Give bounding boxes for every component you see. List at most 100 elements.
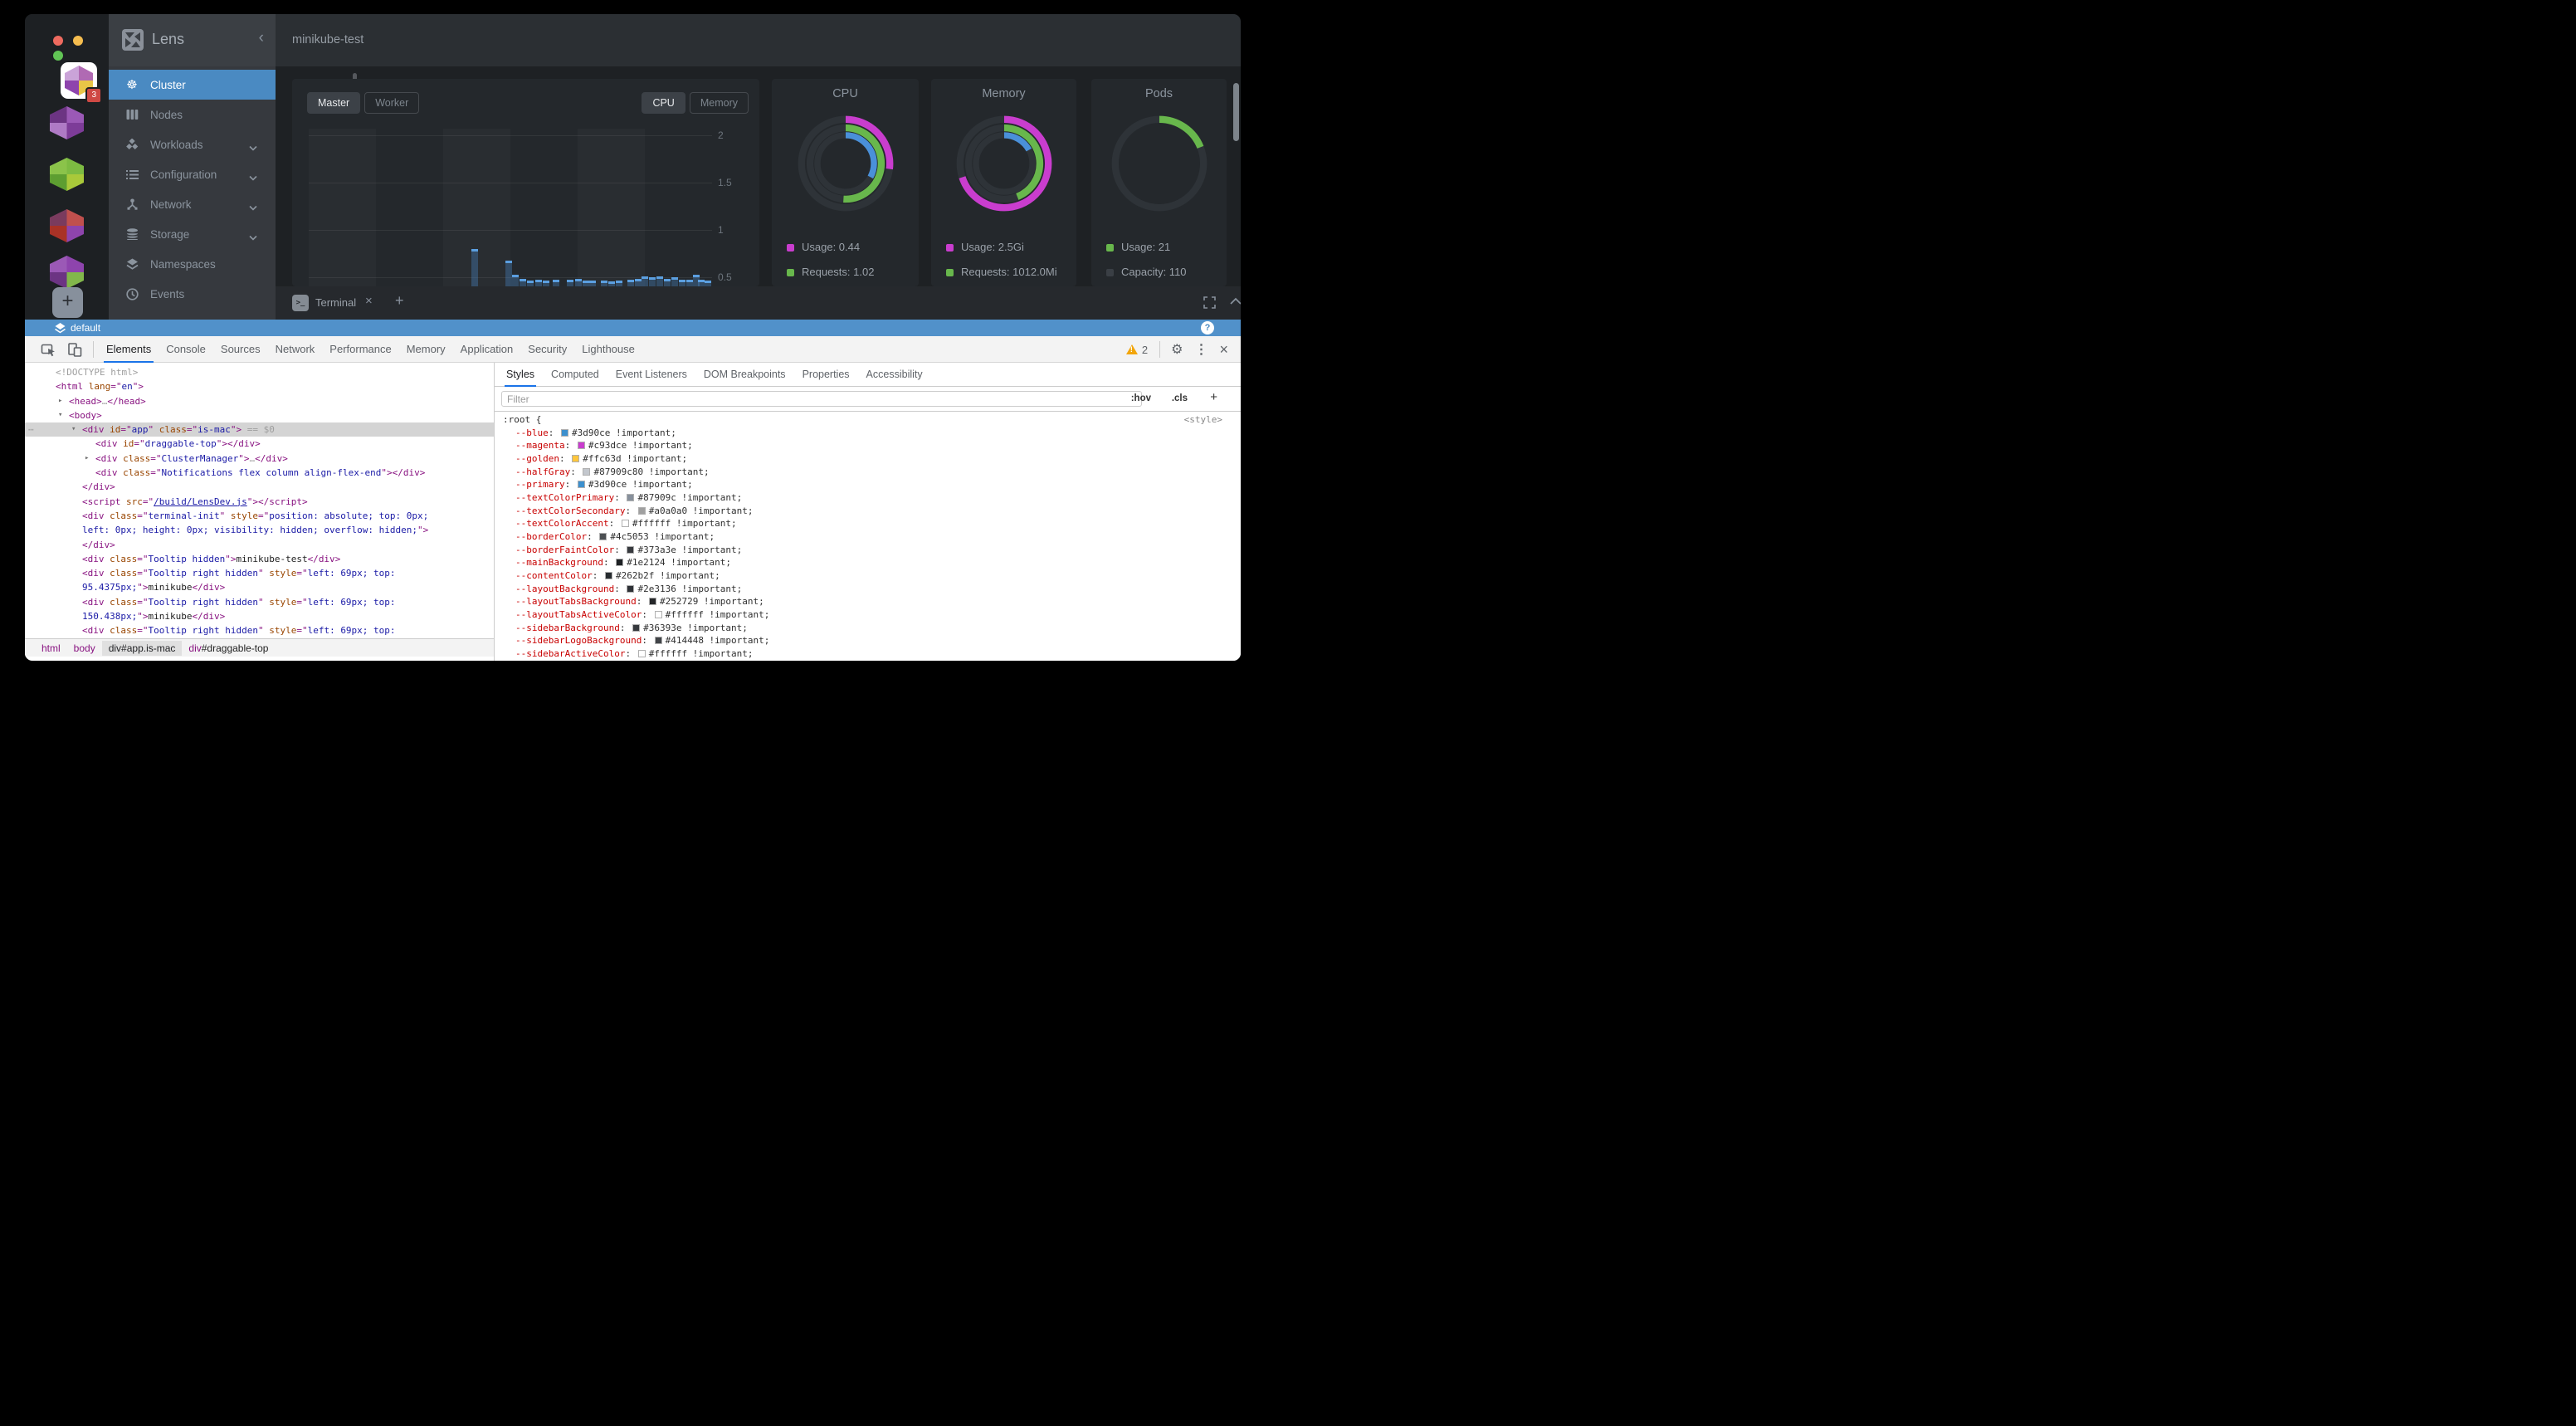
color-swatch[interactable] <box>655 611 662 618</box>
active-cluster-button[interactable]: 3 <box>61 62 97 99</box>
sidebar-item-workloads[interactable]: Workloads <box>109 129 276 159</box>
color-swatch[interactable] <box>616 559 623 566</box>
sidebar-item-namespaces[interactable]: Namespaces <box>109 249 276 279</box>
css-variable-row[interactable]: --golden: #ffc63d !important; <box>503 452 1241 466</box>
breadcrumb-item[interactable]: html <box>35 641 67 656</box>
terminal-add-icon[interactable]: + <box>395 292 404 310</box>
tree-line[interactable]: <div class="Notifications flex column al… <box>25 466 494 480</box>
kebab-menu-icon[interactable]: ⋮ <box>1194 341 1208 358</box>
color-swatch[interactable] <box>578 442 585 449</box>
metric-tab-cpu[interactable]: CPU <box>642 92 685 114</box>
sidebar-item-storage[interactable]: Storage <box>109 219 276 249</box>
color-swatch[interactable] <box>599 533 607 540</box>
zoom-window-button[interactable] <box>53 51 63 61</box>
styles-tab-event-listeners[interactable]: Event Listeners <box>607 363 695 387</box>
css-variable-row[interactable]: --blue: #3d90ce !important; <box>503 427 1241 440</box>
breadcrumb-item[interactable]: div#app.is-mac <box>102 641 183 656</box>
devtools-tab-performance[interactable]: Performance <box>322 336 398 363</box>
sidebar-item-configuration[interactable]: Configuration <box>109 159 276 189</box>
tree-line[interactable]: ▸<div class="ClusterManager">…</div> <box>25 452 494 466</box>
metric-tab-memory[interactable]: Memory <box>690 92 749 114</box>
close-window-button[interactable] <box>53 36 63 46</box>
css-variable-row[interactable]: --textColorAccent: #ffffff !important; <box>503 517 1241 530</box>
breadcrumb-item[interactable]: div#draggable-top <box>182 641 275 656</box>
css-variable-row[interactable]: --textColorSecondary: #a0a0a0 !important… <box>503 505 1241 518</box>
styles-filter-input[interactable] <box>501 391 1142 407</box>
sidebar-item-network[interactable]: Network <box>109 189 276 219</box>
devtools-tab-sources[interactable]: Sources <box>213 336 268 363</box>
tree-line[interactable]: ⋯▾<div id="app" class="is-mac"> == $0 <box>25 422 494 437</box>
minimize-window-button[interactable] <box>73 36 83 46</box>
css-variable-row[interactable]: --sidebarBackground: #36393e !important; <box>503 622 1241 635</box>
color-swatch[interactable] <box>627 494 634 501</box>
tree-line[interactable]: <div class="Tooltip right hidden" style=… <box>25 566 494 580</box>
tree-line[interactable]: <html lang="en"> <box>25 379 494 393</box>
close-devtools-icon[interactable]: × <box>1219 341 1228 359</box>
terminal-close-icon[interactable]: × <box>365 294 373 308</box>
devtools-tab-application[interactable]: Application <box>453 336 521 363</box>
sidebar-item-cluster[interactable]: ☸Cluster <box>109 70 276 100</box>
color-swatch[interactable] <box>649 598 656 605</box>
css-variable-row[interactable]: --layoutTabsBackground: #252729 !importa… <box>503 595 1241 608</box>
devtools-tab-network[interactable]: Network <box>268 336 323 363</box>
rule-source-link[interactable]: <style> <box>1184 413 1222 427</box>
sidebar-cluster-cluster-2[interactable] <box>50 106 84 139</box>
tree-line[interactable]: <div class="terminal-init" style="positi… <box>25 509 494 523</box>
node-tab-master[interactable]: Master <box>307 92 360 114</box>
tree-line[interactable]: <div class="Tooltip right hidden" style=… <box>25 595 494 609</box>
sidebar-cluster-cluster-3[interactable] <box>50 158 84 191</box>
expand-arrow-open-icon[interactable]: ▾ <box>71 422 76 437</box>
rule-selector[interactable]: :root { <box>503 414 541 425</box>
chevron-down-icon[interactable] <box>249 201 257 213</box>
tree-line[interactable]: <div id="draggable-top"></div> <box>25 437 494 451</box>
css-variable-row[interactable]: --borderFaintColor: #373a3e !important; <box>503 544 1241 557</box>
warnings-badge[interactable]: 2 <box>1126 344 1148 356</box>
color-swatch[interactable] <box>627 546 634 554</box>
css-variable-row[interactable]: --borderColor: #4c5053 !important; <box>503 530 1241 544</box>
css-variable-row[interactable]: --textColorPrimary: #87909c !important; <box>503 491 1241 505</box>
tree-line[interactable]: <script src="/build/LensDev.js"></script… <box>25 495 494 509</box>
breadcrumb-item[interactable]: body <box>67 641 102 656</box>
inspect-element-icon[interactable] <box>40 341 56 358</box>
styles-tab-accessibility[interactable]: Accessibility <box>858 363 931 387</box>
css-variable-row[interactable]: --layoutBackground: #2e3136 !important; <box>503 583 1241 596</box>
expand-arrow-closed-icon[interactable]: ▸ <box>85 452 89 466</box>
help-button[interactable]: ? <box>1201 321 1214 335</box>
fullscreen-icon[interactable] <box>1203 296 1216 309</box>
node-tab-worker[interactable]: Worker <box>364 92 419 114</box>
css-variable-row[interactable]: --mainBackground: #1e2124 !important; <box>503 556 1241 569</box>
tree-line[interactable]: 150.438px;">minikube</div> <box>25 609 494 623</box>
devtools-tab-security[interactable]: Security <box>520 336 574 363</box>
tree-line[interactable]: ▸<head>…</head> <box>25 394 494 408</box>
sidebar-collapse-button[interactable]: ‹ <box>259 29 264 47</box>
color-swatch[interactable] <box>638 507 646 515</box>
tree-line[interactable]: ▾<body> <box>25 408 494 422</box>
color-swatch[interactable] <box>655 637 662 644</box>
color-swatch[interactable] <box>627 585 634 593</box>
color-swatch[interactable] <box>572 455 579 462</box>
devtools-tab-console[interactable]: Console <box>159 336 213 363</box>
classes-toggle[interactable]: .cls <box>1172 393 1188 403</box>
css-variable-row[interactable]: --primary: #3d90ce !important; <box>503 478 1241 491</box>
color-swatch[interactable] <box>622 520 629 527</box>
tree-line[interactable]: <div class="Tooltip right hidden" style=… <box>25 623 494 637</box>
devtools-tab-elements[interactable]: Elements <box>99 336 159 363</box>
tree-line[interactable]: <div class="Tooltip hidden">minikube-tes… <box>25 552 494 566</box>
namespace-label[interactable]: default <box>71 322 100 334</box>
sidebar-cluster-cluster-4[interactable] <box>50 209 84 242</box>
color-swatch[interactable] <box>583 468 590 476</box>
styles-tab-dom-breakpoints[interactable]: DOM Breakpoints <box>695 363 794 387</box>
color-swatch[interactable] <box>632 624 640 632</box>
chevron-down-icon[interactable] <box>249 231 257 243</box>
tree-line[interactable]: </div> <box>25 538 494 552</box>
sidebar-item-events[interactable]: Events <box>109 279 276 309</box>
overflow-ellipsis-icon[interactable]: ⋯ <box>28 422 34 437</box>
terminal-tab[interactable]: Terminal <box>315 296 356 309</box>
color-swatch[interactable] <box>578 481 585 488</box>
settings-gear-icon[interactable]: ⚙ <box>1171 341 1183 358</box>
color-swatch[interactable] <box>605 572 612 579</box>
css-variable-row[interactable]: --magenta: #c93dce !important; <box>503 439 1241 452</box>
new-style-rule-button[interactable]: + <box>1210 390 1217 404</box>
styles-tab-styles[interactable]: Styles <box>498 363 543 387</box>
css-variable-row[interactable]: --sidebarLogoBackground: #414448 !import… <box>503 634 1241 647</box>
